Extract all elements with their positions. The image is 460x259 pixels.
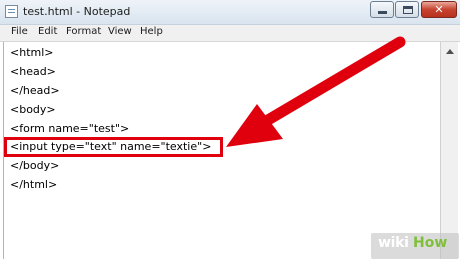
annotation-arrow	[226, 36, 406, 147]
watermark-how: How	[413, 235, 448, 251]
wikihow-watermark: wiki How	[371, 233, 459, 259]
arrow-icon	[226, 36, 406, 147]
watermark-wiki: wiki	[378, 235, 409, 251]
